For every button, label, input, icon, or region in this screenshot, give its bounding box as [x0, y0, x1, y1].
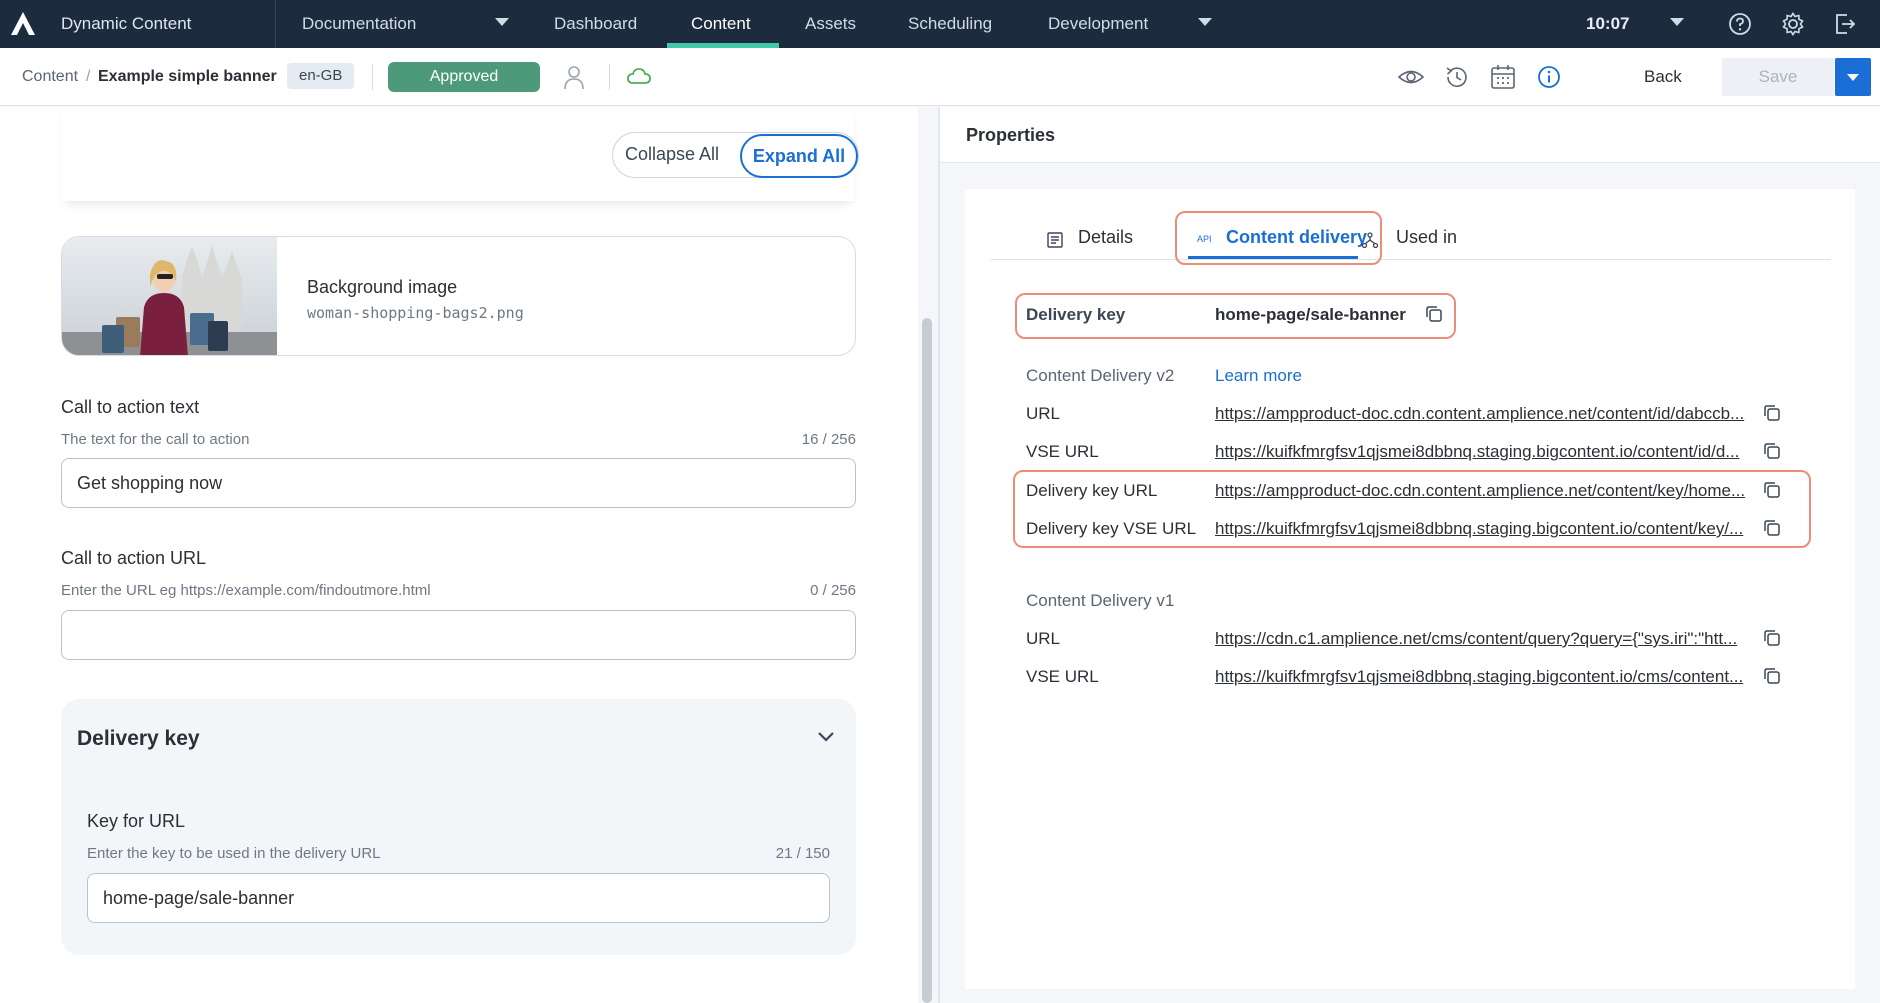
content-delivery-tab-highlight: [1175, 211, 1382, 265]
content-delivery-v1-heading: Content Delivery v1: [1026, 591, 1175, 610]
cta-url-help: Enter the URL eg https://example.com/fin…: [61, 582, 431, 599]
cta-url-input[interactable]: [61, 610, 856, 660]
locale-badge: en-GB: [287, 63, 355, 89]
v2-delivery-key-vse-url-label: Delivery key VSE URL: [1026, 519, 1197, 538]
tab-details[interactable]: Details: [1078, 227, 1133, 248]
calendar-icon[interactable]: [1489, 63, 1517, 91]
v2-url-link[interactable]: https://ampproduct-doc.cdn.content.ampli…: [1215, 404, 1751, 424]
app-name: Dynamic Content: [61, 14, 192, 33]
v2-vse-url-link[interactable]: https://kuifkfmrgfsv1qjsmei8dbbnq.stagin…: [1215, 442, 1751, 462]
cta-url-char-count: 0 / 256: [810, 582, 856, 599]
cloud-icon[interactable]: [625, 63, 653, 91]
breadcrumb-current: Example simple banner: [98, 68, 277, 85]
chevron-down-icon[interactable]: [1670, 18, 1684, 26]
learn-more-link[interactable]: Learn more: [1215, 366, 1302, 386]
breadcrumb-separator: /: [86, 68, 91, 85]
expand-all-button[interactable]: Expand All: [740, 134, 858, 178]
cta-url-label: Call to action URL: [61, 548, 207, 568]
background-image-filename: woman-shopping-bags2.png: [307, 304, 524, 322]
chevron-down-icon[interactable]: [1198, 18, 1212, 26]
top-navigation-bar: Dynamic Content Documentation Dashboard …: [0, 0, 1880, 48]
nav-item-assets[interactable]: Assets: [805, 14, 856, 34]
info-icon[interactable]: [1535, 63, 1563, 91]
copy-icon[interactable]: [1762, 628, 1782, 648]
save-options-dropdown[interactable]: [1835, 58, 1871, 96]
delivery-key-title: Delivery key: [1026, 305, 1126, 324]
v2-vse-url-label: VSE URL: [1026, 442, 1099, 461]
delivery-key-section-title[interactable]: Delivery key: [77, 727, 200, 751]
content-editor-panel: Collapse All Expand All Background image: [0, 107, 918, 1003]
copy-icon[interactable]: [1424, 304, 1444, 324]
tab-used-in[interactable]: Used in: [1396, 227, 1457, 248]
properties-header: Properties: [940, 107, 1880, 163]
copy-icon[interactable]: [1762, 518, 1782, 538]
properties-panel: Properties Details API Content delivery …: [940, 107, 1880, 1003]
editor-scrollbar[interactable]: [922, 318, 932, 1003]
v2-delivery-key-url-link[interactable]: https://ampproduct-doc.cdn.content.ampli…: [1215, 481, 1751, 501]
nav-divider: [275, 0, 276, 48]
preview-eye-icon[interactable]: [1397, 63, 1425, 91]
cta-text-help: The text for the call to action: [61, 431, 250, 448]
properties-card: Details API Content delivery Used in Del…: [965, 189, 1855, 989]
amplience-logo-icon[interactable]: [8, 9, 38, 39]
nav-item-documentation[interactable]: Documentation: [302, 14, 416, 34]
content-delivery-v2-heading: Content Delivery v2: [1026, 366, 1175, 385]
cta-text-label: Call to action text: [61, 397, 200, 417]
copy-icon[interactable]: [1762, 666, 1782, 686]
background-image-thumbnail: [62, 237, 277, 355]
delivery-key-help: Enter the key to be used in the delivery…: [87, 845, 381, 862]
copy-icon[interactable]: [1762, 480, 1782, 500]
copy-icon[interactable]: [1762, 441, 1782, 461]
v1-url-label: URL: [1026, 629, 1061, 648]
properties-title: Properties: [966, 125, 1056, 145]
delivery-key-section: Delivery key Key for URL Enter the key t…: [61, 699, 856, 955]
delivery-key-value: home-page/sale-banner: [1215, 305, 1406, 324]
divider: [609, 64, 610, 90]
background-image-title: Background image: [307, 277, 458, 297]
nav-item-dashboard[interactable]: Dashboard: [554, 14, 637, 34]
v1-url-link[interactable]: https://cdn.c1.amplience.net/cms/content…: [1215, 629, 1751, 649]
copy-icon[interactable]: [1762, 403, 1782, 423]
tabs-divider: [991, 259, 1831, 260]
delivery-key-input[interactable]: home-page/sale-banner: [87, 873, 830, 923]
v1-vse-url-link[interactable]: https://kuifkfmrgfsv1qjsmei8dbbnq.stagin…: [1215, 667, 1751, 687]
nav-item-content[interactable]: Content: [691, 14, 751, 34]
help-icon[interactable]: [1727, 11, 1753, 37]
nav-item-scheduling[interactable]: Scheduling: [908, 14, 992, 34]
breadcrumb-root[interactable]: Content: [22, 68, 78, 86]
document-icon: [1047, 232, 1063, 248]
v2-delivery-key-url-label: Delivery key URL: [1026, 481, 1158, 500]
assignee-icon[interactable]: [560, 63, 588, 91]
collapse-expand-toggle: Collapse All Expand All: [612, 132, 859, 178]
background-image-field[interactable]: Background image woman-shopping-bags2.pn…: [61, 236, 856, 356]
content-item-header: Content / Example simple banner en-GB Ap…: [0, 48, 1880, 106]
logout-icon[interactable]: [1832, 11, 1858, 37]
v2-delivery-key-vse-url-link[interactable]: https://kuifkfmrgfsv1qjsmei8dbbnq.stagin…: [1215, 519, 1751, 539]
settings-icon[interactable]: [1780, 11, 1806, 37]
chevron-down-icon[interactable]: [495, 18, 509, 26]
status-badge[interactable]: Approved: [388, 62, 540, 92]
v1-vse-url-label: VSE URL: [1026, 667, 1099, 686]
cta-text-input[interactable]: Get shopping now: [61, 458, 856, 508]
save-button[interactable]: Save: [1722, 58, 1834, 96]
cta-text-char-count: 16 / 256: [801, 431, 856, 448]
back-button[interactable]: Back: [1644, 67, 1682, 87]
history-icon[interactable]: [1443, 63, 1471, 91]
delivery-key-char-count: 21 / 150: [775, 845, 830, 862]
chevron-down-icon[interactable]: [816, 727, 836, 747]
nav-item-development[interactable]: Development: [1048, 14, 1148, 34]
collapse-all-button[interactable]: Collapse All: [625, 144, 719, 165]
v2-url-label: URL: [1026, 404, 1061, 423]
divider: [372, 64, 373, 90]
clock: 10:07: [1586, 14, 1630, 33]
delivery-key-label: Key for URL: [87, 811, 186, 831]
